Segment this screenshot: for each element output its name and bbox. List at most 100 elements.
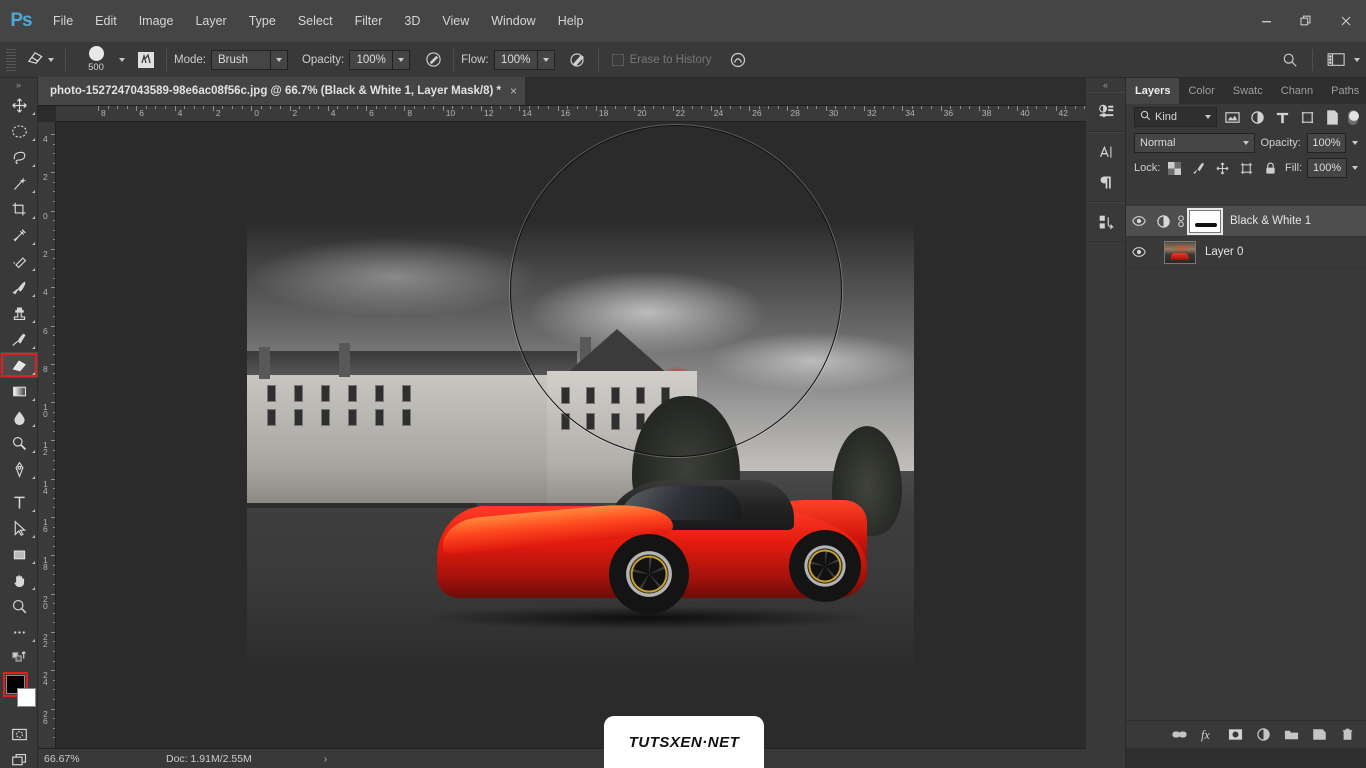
tool-magic-wand[interactable] <box>0 170 38 196</box>
horizontal-ruler[interactable]: 8 6 4 2 0 2 4 6 8 10 12 14 16 18 20 22 24 26 28 30 32 34 36 38 4… <box>56 106 1086 122</box>
tool-eyedropper[interactable] <box>0 222 38 248</box>
filter-pixel-icon[interactable] <box>1223 107 1242 127</box>
brush-panel-button[interactable] <box>133 48 159 72</box>
close-button[interactable] <box>1326 0 1366 42</box>
vertical-ruler[interactable]: 4202468101214161820222426 <box>38 122 56 752</box>
rail-grip[interactable]: « <box>1086 78 1125 92</box>
table-row[interactable]: Layer 0 <box>1126 237 1366 268</box>
menu-help[interactable]: Help <box>547 0 595 42</box>
quick-mask-icon[interactable] <box>0 721 38 747</box>
tool-preset-chevron-icon[interactable] <box>48 57 54 62</box>
tool-marquee[interactable] <box>0 118 38 144</box>
mode-dropdown[interactable]: Brush <box>210 49 288 70</box>
layer-mask-thumbnail[interactable] <box>1187 207 1223 235</box>
menu-image[interactable]: Image <box>128 0 185 42</box>
lock-artboard-icon[interactable] <box>1237 159 1256 177</box>
tool-pen[interactable] <box>0 456 38 482</box>
tool-dodge[interactable] <box>0 430 38 456</box>
screen-mode-icon[interactable] <box>0 747 38 768</box>
search-icon[interactable] <box>1277 48 1303 72</box>
filter-shape-icon[interactable] <box>1298 107 1317 127</box>
tab-layers[interactable]: Layers <box>1126 78 1180 104</box>
table-row[interactable]: Black & White 1 <box>1126 206 1366 237</box>
layer-visibility-icon[interactable] <box>1126 245 1152 259</box>
tab-channels[interactable]: Chann <box>1272 78 1322 104</box>
menu-edit[interactable]: Edit <box>84 0 128 42</box>
brush-preset-chevron-icon[interactable] <box>119 57 125 62</box>
layer-thumbnail[interactable] <box>1164 240 1196 264</box>
tab-paths[interactable]: Paths <box>1322 78 1366 104</box>
mode-chevron-icon[interactable] <box>270 49 288 70</box>
tablet-pressure-opacity-icon[interactable] <box>420 48 446 72</box>
menu-3d[interactable]: 3D <box>393 0 431 42</box>
brush-smoothing-icon[interactable] <box>725 48 751 72</box>
tool-move[interactable] <box>0 92 38 118</box>
adjustments-panel-icon[interactable] <box>1086 97 1126 127</box>
tool-zoom[interactable] <box>0 593 38 619</box>
tool-type[interactable] <box>0 489 38 515</box>
tool-eraser[interactable] <box>0 352 38 378</box>
canvas-scroll-area[interactable] <box>56 122 1086 752</box>
lock-image-icon[interactable] <box>1189 159 1208 177</box>
airbrush-icon[interactable] <box>565 48 591 72</box>
tool-healing-brush[interactable] <box>0 248 38 274</box>
character-panel-icon[interactable] <box>1086 137 1126 167</box>
tool-brush[interactable] <box>0 274 38 300</box>
tab-color[interactable]: Color <box>1179 78 1223 104</box>
libraries-panel-icon[interactable] <box>1086 207 1126 237</box>
menu-layer[interactable]: Layer <box>184 0 237 42</box>
mask-link-icon[interactable] <box>1174 214 1188 228</box>
background-color-swatch[interactable] <box>17 688 36 707</box>
zoom-level[interactable]: 66.67% <box>38 753 108 765</box>
delete-layer-button[interactable] <box>1335 723 1360 747</box>
menu-type[interactable]: Type <box>238 0 287 42</box>
new-layer-button[interactable] <box>1307 723 1332 747</box>
lock-all-icon[interactable] <box>1261 159 1280 177</box>
tool-crop[interactable] <box>0 196 38 222</box>
tool-history-brush[interactable] <box>0 326 38 352</box>
restore-button[interactable] <box>1286 0 1326 42</box>
chevron-down-icon[interactable] <box>1242 141 1249 145</box>
new-group-button[interactable] <box>1279 723 1304 747</box>
filter-kind-dropdown[interactable]: Kind <box>1134 107 1217 127</box>
default-colors-and-swap[interactable] <box>0 645 38 671</box>
menu-window[interactable]: Window <box>480 0 546 42</box>
blend-mode-dropdown[interactable]: Normal <box>1134 133 1255 153</box>
add-mask-button[interactable] <box>1223 723 1248 747</box>
status-expand-icon[interactable]: › <box>324 753 328 765</box>
brush-size-preview[interactable]: 500 <box>73 44 119 76</box>
link-layers-button[interactable] <box>1167 723 1192 747</box>
lock-transparency-icon[interactable] <box>1165 159 1184 177</box>
document-tab[interactable]: photo-1527247043589-98e6ac08f56c.jpg @ 6… <box>38 77 527 105</box>
menu-file[interactable]: File <box>42 0 84 42</box>
filter-enable-toggle[interactable] <box>1347 109 1360 125</box>
erase-to-history-checkbox[interactable]: Erase to History <box>611 53 711 66</box>
tool-edit-toolbar[interactable] <box>0 619 38 645</box>
adjustment-layer-button[interactable] <box>1251 723 1276 747</box>
filter-type-icon[interactable] <box>1273 107 1292 127</box>
tool-lasso[interactable] <box>0 144 38 170</box>
layer-visibility-icon[interactable] <box>1126 214 1152 228</box>
lock-position-icon[interactable] <box>1213 159 1232 177</box>
opacity-chevron-icon[interactable] <box>1352 141 1358 145</box>
fill-chevron-icon[interactable] <box>1352 166 1358 170</box>
paragraph-panel-icon[interactable] <box>1086 167 1126 197</box>
flow-field[interactable]: 100% <box>493 49 555 70</box>
current-tool-preview[interactable] <box>22 48 58 72</box>
tools-panel-grip[interactable]: » <box>0 78 37 92</box>
opacity-field[interactable]: 100% <box>349 49 411 70</box>
filter-smart-object-icon[interactable] <box>1323 107 1342 127</box>
menu-filter[interactable]: Filter <box>344 0 394 42</box>
document-canvas[interactable] <box>247 221 914 669</box>
layer-style-button[interactable]: fx <box>1195 723 1220 747</box>
tab-swatches[interactable]: Swatc <box>1224 78 1272 104</box>
flow-chevron-icon[interactable] <box>537 49 555 70</box>
chevron-down-icon[interactable] <box>1204 115 1211 119</box>
menu-select[interactable]: Select <box>287 0 344 42</box>
tool-clone-stamp[interactable] <box>0 300 38 326</box>
tool-hand[interactable] <box>0 567 38 593</box>
layer-fill-value[interactable]: 100% <box>1307 158 1347 178</box>
tool-rectangle[interactable] <box>0 541 38 567</box>
tool-path-selection[interactable] <box>0 515 38 541</box>
workspace-switcher-icon[interactable] <box>1322 48 1352 72</box>
